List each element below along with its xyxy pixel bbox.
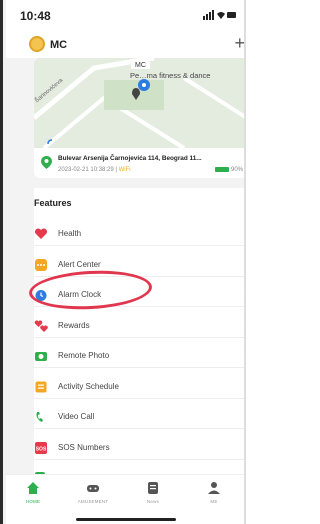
feature-row-video-call[interactable]: Video Call › [34,401,244,429]
heart-icon [34,228,48,239]
news-icon [148,482,158,494]
chevron-right-icon: › [243,288,244,300]
feature-label: Rewards [58,320,90,330]
timestamp-separator: | [115,167,117,173]
chevron-right-icon: › [243,319,244,331]
chevron-right-icon: › [243,410,244,422]
battery-status: 90% [214,167,243,174]
app-header: MC + [6,30,244,58]
status-bar: 10:48 [6,0,244,30]
tab-news-label: News [146,499,160,504]
video-call-icon [36,412,43,422]
tab-home-label: HOME [25,499,41,504]
feature-row-alert-center[interactable]: Alert Center › [34,249,244,277]
features-section: Features Health›Alert Center›Alarm Clock… [34,188,244,521]
phone-frame: 10:48 MC + MC Pe…ma fitness & dance Šari… [0,0,246,524]
feature-label: Video Call [58,412,95,421]
tab-amusement[interactable]: AMUSEMENT [68,481,118,504]
device-name[interactable]: MC [50,39,67,51]
bottom-tab-bar: HOME AMUSEMENT News ME [6,474,244,524]
features-title: Features [34,198,72,208]
chevron-right-icon: › [243,349,244,361]
schedule-icon [35,381,47,392]
home-indicator [76,518,176,521]
status-time: 10:48 [20,9,51,23]
chevron-right-icon: › [243,227,244,239]
avatar[interactable] [29,36,45,52]
chevron-right-icon: › [243,258,244,270]
chevron-right-icon: › [243,441,244,453]
chevron-right-icon: › [243,380,244,392]
map-poi-label: Pe…ma fitness & dance [130,71,211,80]
feature-row-remote-photo[interactable]: Remote Photo › [34,340,244,368]
location-card[interactable]: MC Pe…ma fitness & dance Šarinovićeva Bu… [34,58,244,178]
camera-icon [35,352,47,361]
feature-label: Remote Photo [58,351,110,360]
rewards-icon [34,319,48,332]
tab-me[interactable]: ME [189,481,239,504]
home-icon [27,482,39,494]
address-text: Bulevar Arsenija Čarnojevića 114, Beogra… [58,155,202,162]
feature-label: SOS Numbers [58,442,110,452]
timestamp-text: 2023-02-21 10:38:29 [58,167,114,173]
plus-icon[interactable]: + [234,33,244,54]
address-row[interactable]: Bulevar Arsenija Čarnojevića 114, Beogra… [34,148,244,178]
location-timestamp: 2023-02-21 10:38:29 | WiFi [58,167,131,173]
tab-home[interactable]: HOME [8,481,58,504]
feature-row-rewards[interactable]: Rewards › [34,310,244,338]
feature-label: Health [58,229,82,238]
map-marker-label: MC [131,62,150,69]
feature-label: Activity Schedule [58,381,119,391]
feature-row-sos-numbers[interactable]: SOS SOS Numbers › [34,432,244,460]
tab-amusement-label: AMUSEMENT [77,499,109,504]
sos-icon: SOS [35,441,47,454]
tab-me-label: ME [210,499,218,504]
person-icon [208,482,220,494]
alert-icon [35,258,47,271]
tab-news[interactable]: News [128,481,178,504]
battery-level: 90% [230,167,243,174]
svg-text:SOS: SOS [36,446,47,452]
network-type: WiFi [118,167,131,173]
gamepad-icon [87,485,99,492]
feature-row-health[interactable]: Health › [34,218,244,246]
map-view[interactable]: MC Pe…ma fitness & dance Šarinovićeva [34,58,244,150]
feature-label: Alert Center [58,259,101,269]
signal-wifi-battery-icon [203,10,236,20]
location-pin-icon [41,156,52,169]
battery-icon [214,167,229,172]
feature-row-activity-schedule[interactable]: Activity Schedule › [34,371,244,399]
